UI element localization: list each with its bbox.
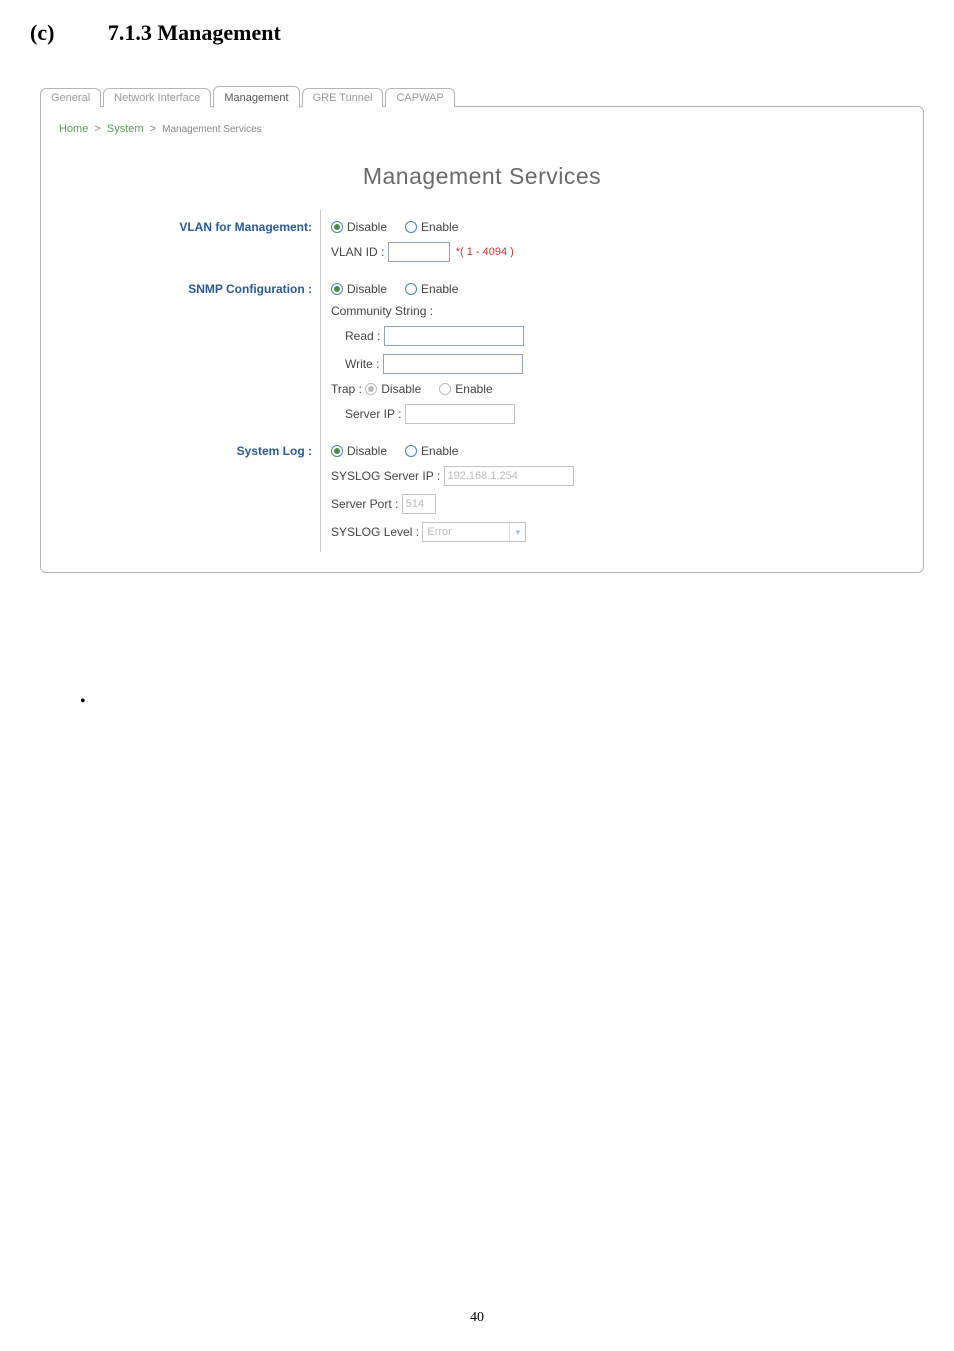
syslog-level-value: Error (427, 526, 451, 538)
radio-trap-disable-label: Disable (381, 382, 421, 396)
radio-vlan-enable[interactable] (405, 221, 417, 233)
tab-general[interactable]: General (40, 88, 101, 107)
syslog-serverip-input[interactable] (444, 466, 574, 486)
snmp-trap-label: Trap : (331, 382, 362, 396)
syslog-serverip-label: SYSLOG Server IP : (331, 469, 440, 483)
snmp-community-label: Community String : (331, 304, 433, 318)
doc-section-heading: (c) 7.1.3 Management (30, 20, 924, 46)
snmp-serverip-label: Server IP : (345, 407, 401, 421)
tab-management[interactable]: Management (213, 86, 299, 108)
chevron-down-icon: ▾ (509, 523, 525, 541)
radio-vlan-enable-label: Enable (421, 220, 458, 234)
radio-snmp-enable-label: Enable (421, 282, 458, 296)
vlan-id-input[interactable] (388, 242, 450, 262)
section-title: 7.1.3 Management (108, 20, 281, 45)
radio-trap-disable[interactable] (365, 383, 377, 395)
content-box: Home > System > Management Services Mana… (40, 106, 924, 573)
tab-capwap[interactable]: CAPWAP (385, 88, 454, 107)
breadcrumb-current: Management Services (162, 124, 262, 135)
syslog-port-input[interactable] (402, 494, 436, 514)
vlan-id-hint: *( 1 - 4094 ) (456, 246, 514, 258)
section-marker: (c) (30, 20, 54, 45)
label-vlan-management: VLAN for Management: (41, 210, 321, 272)
snmp-read-label: Read : (345, 329, 380, 343)
radio-trap-enable-label: Enable (455, 382, 492, 396)
tab-network-interface[interactable]: Network Interface (103, 88, 211, 107)
snmp-read-input[interactable] (384, 326, 524, 346)
vlan-id-label: VLAN ID : (331, 245, 384, 259)
bullet-marker: • (80, 693, 924, 711)
syslog-port-label: Server Port : (331, 497, 398, 511)
snmp-serverip-input[interactable] (405, 404, 515, 424)
syslog-level-select[interactable]: Error ▾ (422, 522, 526, 542)
radio-syslog-enable-label: Enable (421, 444, 458, 458)
syslog-level-label: SYSLOG Level : (331, 525, 419, 539)
page-number: 40 (0, 1310, 954, 1326)
breadcrumb-sep: > (150, 123, 156, 135)
settings-form: VLAN for Management: Disable Enable VLAN… (41, 210, 923, 552)
radio-snmp-disable[interactable] (331, 283, 343, 295)
snmp-write-label: Write : (345, 357, 379, 371)
snmp-write-input[interactable] (383, 354, 523, 374)
label-snmp-config: SNMP Configuration : (41, 272, 321, 434)
radio-vlan-disable[interactable] (331, 221, 343, 233)
radio-syslog-disable[interactable] (331, 445, 343, 457)
radio-syslog-enable[interactable] (405, 445, 417, 457)
breadcrumb-sep: > (94, 123, 100, 135)
tab-bar: General Network Interface Management GRE… (40, 86, 924, 107)
breadcrumb-home[interactable]: Home (59, 123, 88, 135)
radio-trap-enable[interactable] (439, 383, 451, 395)
radio-vlan-disable-label: Disable (347, 220, 387, 234)
label-system-log: System Log : (41, 434, 321, 552)
tab-gre-tunnel[interactable]: GRE Tunnel (302, 88, 384, 107)
radio-syslog-disable-label: Disable (347, 444, 387, 458)
management-panel: General Network Interface Management GRE… (40, 86, 924, 573)
breadcrumb-system[interactable]: System (107, 123, 144, 135)
breadcrumb: Home > System > Management Services (41, 117, 923, 149)
panel-title: Management Services (41, 163, 923, 190)
radio-snmp-enable[interactable] (405, 283, 417, 295)
radio-snmp-disable-label: Disable (347, 282, 387, 296)
